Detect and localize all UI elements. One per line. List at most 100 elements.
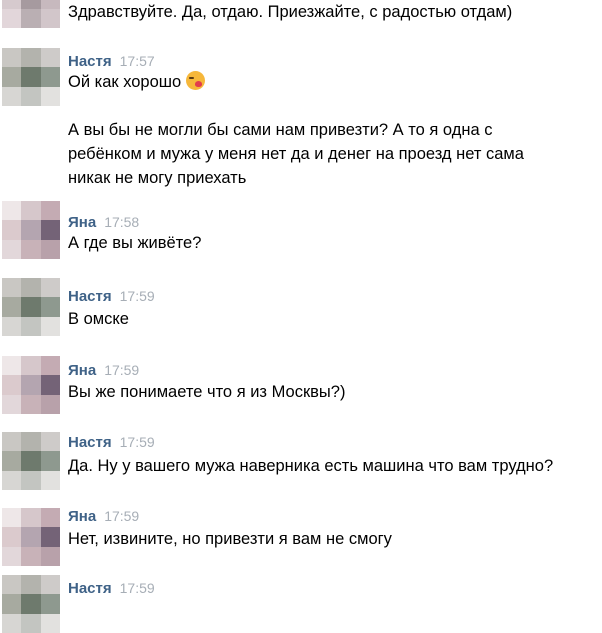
avatar[interactable] <box>2 0 60 28</box>
avatar-pixel <box>2 0 22 9</box>
avatar[interactable] <box>2 201 60 259</box>
avatar-pixel <box>21 278 41 298</box>
kissing-heart-emoji-icon <box>186 71 206 90</box>
avatar-pixel <box>21 239 41 259</box>
message-line: А где вы живёте? <box>68 234 202 252</box>
avatar-pixel <box>40 527 60 547</box>
avatar-pixel <box>40 356 60 376</box>
avatar-pixel <box>21 0 41 9</box>
avatar-pixel <box>21 8 41 28</box>
avatar-pixel <box>21 546 41 566</box>
avatar-pixel <box>2 356 22 376</box>
message-line: Здравствуйте. Да, отдаю. Приезжайте, с р… <box>68 3 513 21</box>
message-line: Ой как хорошо <box>68 70 524 94</box>
message-time: 17:57 <box>119 53 155 69</box>
avatar-pixel <box>40 546 60 566</box>
avatar-pixel <box>2 375 22 395</box>
author-label[interactable]: Яна <box>68 214 96 231</box>
avatar-pixel <box>2 470 22 490</box>
author-label[interactable]: Настя <box>68 434 112 451</box>
author-name[interactable]: Яна 17:59 <box>68 362 139 379</box>
avatar-pixel <box>21 86 41 106</box>
message-line: никак не могу приехать <box>68 169 247 187</box>
message-line: Да. Ну у вашего мужа наверника есть маши… <box>68 457 554 475</box>
author-name[interactable]: Яна 17:59 <box>68 508 139 525</box>
avatar-pixel <box>2 394 22 414</box>
avatar-pixel <box>2 8 22 28</box>
avatar-pixel <box>2 297 22 317</box>
message-text: А где вы живёте? <box>68 231 201 255</box>
avatar-pixel <box>21 575 41 595</box>
avatar[interactable] <box>2 508 60 566</box>
avatar[interactable] <box>2 432 60 490</box>
author-name[interactable]: Настя 17:57 <box>68 53 155 70</box>
author-name[interactable]: Настя 17:59 <box>68 580 155 597</box>
avatar-pixel <box>2 86 22 106</box>
avatar-pixel <box>2 451 22 471</box>
avatar-pixel <box>21 470 41 490</box>
avatar-pixel <box>40 8 60 28</box>
avatar-pixel <box>40 451 60 471</box>
message-line: Вы же понимаете что я из Москвы?) <box>68 383 346 401</box>
avatar-pixel <box>2 239 22 259</box>
avatar[interactable] <box>2 278 60 336</box>
author-label[interactable]: Настя <box>68 53 112 70</box>
avatar-pixel <box>21 201 41 221</box>
author-label[interactable]: Настя <box>68 580 112 597</box>
message-text: В омске <box>68 307 129 331</box>
author-label[interactable]: Яна <box>68 362 96 379</box>
chat-log: Здравствуйте. Да, отдаю. Приезжайте, с р… <box>0 0 602 633</box>
message-text: Ой как хорошо А вы бы не могли бы сами н… <box>68 70 524 190</box>
avatar-pixel <box>21 508 41 528</box>
message-text: Здравствуйте. Да, отдаю. Приезжайте, с р… <box>68 0 512 24</box>
avatar-pixel <box>2 432 22 452</box>
avatar-pixel <box>40 375 60 395</box>
author-name[interactable]: Настя 17:59 <box>68 288 155 305</box>
author-name[interactable]: Настя 17:59 <box>68 434 155 451</box>
avatar[interactable] <box>2 575 60 633</box>
avatar-pixel <box>2 613 22 633</box>
avatar-pixel <box>21 432 41 452</box>
avatar-pixel <box>2 527 22 547</box>
avatar-pixel <box>21 613 41 633</box>
avatar-pixel <box>21 375 41 395</box>
message-line: Нет, извините, но привезти я вам не смог… <box>68 530 392 548</box>
message-line: ребёнком и мужа у меня нет да и денег на… <box>68 145 524 163</box>
message-text: Да. Ну у вашего мужа наверника есть маши… <box>68 454 553 478</box>
author-label[interactable]: Яна <box>68 508 96 525</box>
avatar-pixel <box>40 575 60 595</box>
avatar-pixel <box>40 613 60 633</box>
avatar-pixel <box>21 67 41 87</box>
avatar[interactable] <box>2 48 60 106</box>
message-time: 17:59 <box>119 288 155 304</box>
avatar-pixel <box>40 239 60 259</box>
message-text: Вы же понимаете что я из Москвы?) <box>68 380 345 404</box>
avatar-pixel <box>21 594 41 614</box>
avatar-pixel <box>40 86 60 106</box>
avatar-pixel <box>2 316 22 336</box>
avatar-pixel <box>2 48 22 68</box>
author-name[interactable]: Яна 17:58 <box>68 214 139 231</box>
avatar-pixel <box>2 546 22 566</box>
avatar-pixel <box>40 0 60 9</box>
message-time: 17:59 <box>119 434 155 450</box>
avatar-pixel <box>21 527 41 547</box>
avatar[interactable] <box>2 356 60 414</box>
avatar-pixel <box>2 201 22 221</box>
avatar-pixel <box>40 297 60 317</box>
author-label[interactable]: Настя <box>68 288 112 305</box>
avatar-pixel <box>40 594 60 614</box>
avatar-pixel <box>21 394 41 414</box>
message-time: 17:59 <box>104 362 140 378</box>
avatar-pixel <box>2 594 22 614</box>
avatar-pixel <box>21 356 41 376</box>
avatar-pixel <box>21 220 41 240</box>
avatar-pixel <box>40 470 60 490</box>
avatar-pixel <box>2 278 22 298</box>
avatar-pixel <box>40 432 60 452</box>
avatar-pixel <box>40 201 60 221</box>
avatar-pixel <box>40 67 60 87</box>
message-time: 17:58 <box>104 214 140 230</box>
avatar-pixel <box>21 48 41 68</box>
